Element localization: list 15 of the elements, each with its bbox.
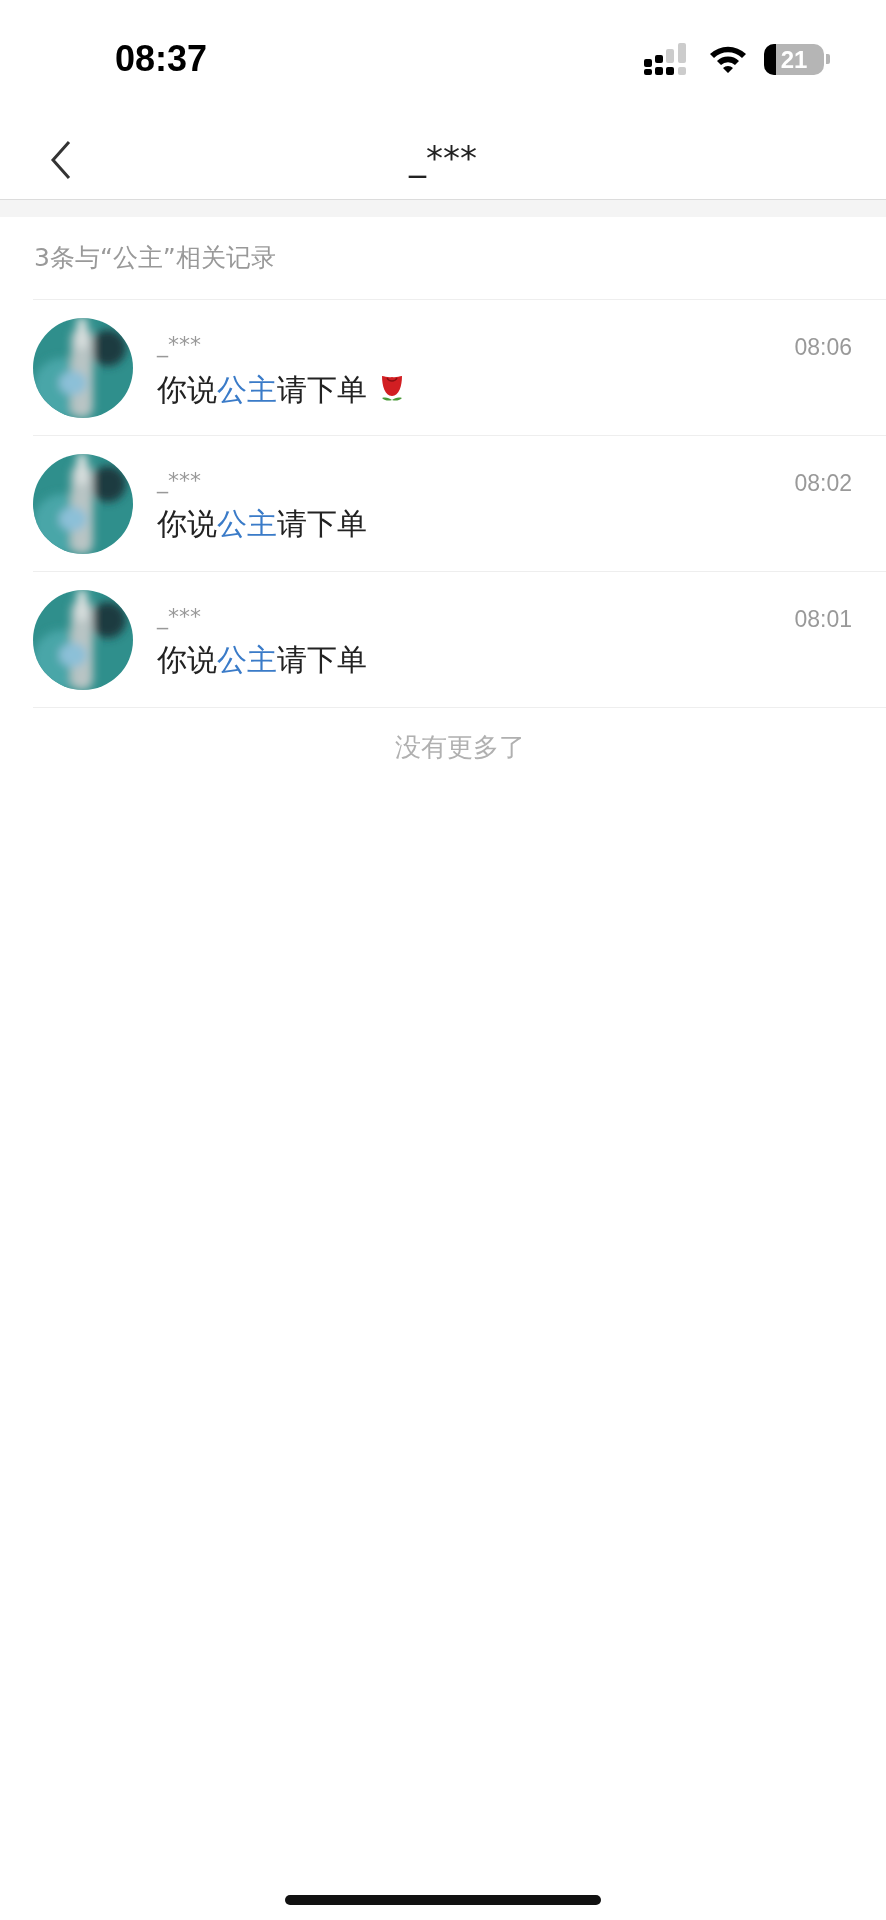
message-text: 你说公主请下单 (157, 372, 367, 407)
sender-name: _*** (157, 604, 201, 629)
sender-name: _*** (157, 332, 201, 357)
result-summary: 3条与“公主”相关记录 (34, 243, 276, 272)
message-time: 08:02 (794, 469, 852, 498)
message-text: 你说公主请下单 (157, 506, 367, 541)
message-time: 08:06 (794, 333, 852, 362)
no-more-label: 没有更多了 (394, 732, 525, 762)
sender-name: _*** (157, 468, 201, 493)
back-button[interactable] (50, 140, 72, 180)
message-time: 08:01 (794, 605, 852, 634)
wifi-icon (708, 44, 748, 74)
chat-title: _*** (409, 137, 477, 180)
status-time: 08:37 (115, 37, 208, 81)
message-text: 你说公主请下单 (157, 642, 367, 677)
